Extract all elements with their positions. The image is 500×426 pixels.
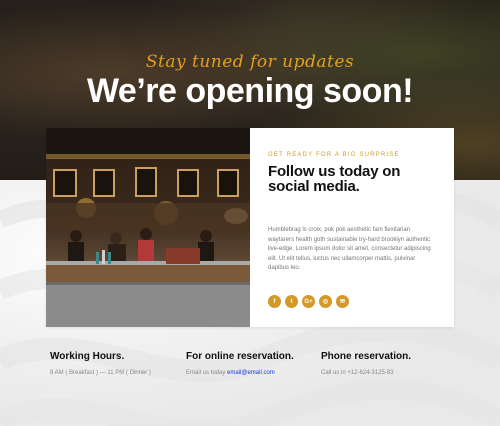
working-hours-section: Working Hours. 8 AM ( Breakfast ) — 11 P… <box>50 351 151 376</box>
instagram-icon[interactable]: ◎ <box>319 295 332 308</box>
email-icon[interactable]: ✉ <box>336 295 349 308</box>
working-hours-title: Working Hours. <box>50 351 125 362</box>
card-description: Humblebrag ls croix, pok pok aesthetic f… <box>268 227 431 271</box>
working-hours-text: 8 AM ( Breakfast ) — 11 PM ( Dinner ) <box>50 370 151 376</box>
hero-tagline: Stay tuned for updates <box>145 52 355 72</box>
email-link[interactable]: email@email.com <box>227 370 275 376</box>
online-reservation-text: Email us today email@email.com <box>186 370 294 376</box>
facebook-icon[interactable]: f <box>268 295 281 308</box>
social-links: f t G+ ◎ ✉ <box>268 295 349 308</box>
phone-reservation-section: Phone reservation. Call us in +12-624-31… <box>321 351 411 376</box>
card-title: Follow us today on social media. <box>268 163 401 195</box>
phone-reservation-text: Call us in +12-624-3125-83 <box>321 370 394 376</box>
social-card: GET READY FOR A BIG SURPRISE Follow us t… <box>46 128 454 327</box>
hero-headline: We’re opening soon! <box>86 72 414 110</box>
online-reservation-title: For online reservation. <box>186 351 294 362</box>
online-reservation-section: For online reservation. Email us today e… <box>186 351 294 376</box>
phone-reservation-title: Phone reservation. <box>321 351 412 362</box>
google-plus-icon[interactable]: G+ <box>302 295 315 308</box>
card-eyebrow: GET READY FOR A BIG SURPRISE <box>268 152 400 158</box>
restaurant-photo <box>46 128 250 327</box>
online-reservation-prefix: Email us today <box>186 370 228 376</box>
twitter-icon[interactable]: t <box>285 295 298 308</box>
